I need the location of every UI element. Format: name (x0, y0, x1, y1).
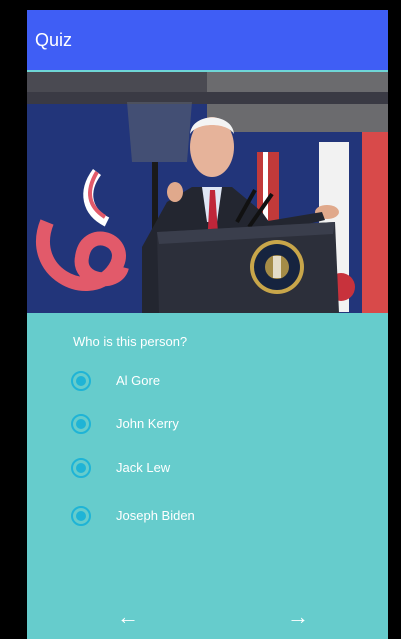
option-jack-lew[interactable]: Jack Lew (71, 456, 331, 480)
question-text: Who is this person? (73, 334, 188, 349)
quiz-photo-illustration (27, 72, 388, 313)
radio-button-icon[interactable] (71, 371, 91, 391)
back-button[interactable]: ← (113, 602, 143, 632)
option-label: Al Gore (116, 373, 161, 388)
app-title: Quiz (35, 30, 73, 50)
option-al-gore[interactable]: Al Gore (71, 369, 331, 393)
arrow-left-icon: ← (117, 604, 139, 629)
next-button[interactable]: → (283, 602, 313, 632)
app-screen: Quiz Who is this person? Al Gore John Ke… (27, 10, 388, 639)
option-label: John Kerry (116, 416, 179, 431)
option-john-kerry[interactable]: John Kerry (71, 412, 331, 436)
option-label: Joseph Biden (116, 508, 195, 523)
radio-button-icon[interactable] (71, 414, 91, 434)
app-bar: Quiz (27, 10, 388, 70)
device-frame: Quiz Who is this person? Al Gore John Ke… (0, 0, 401, 639)
quiz-photo (27, 70, 388, 313)
option-joseph-biden[interactable]: Joseph Biden (71, 504, 331, 528)
radio-button-icon[interactable] (71, 506, 91, 526)
option-label: Jack Lew (116, 460, 171, 475)
radio-button-icon[interactable] (71, 458, 91, 478)
arrow-right-icon: → (287, 604, 309, 629)
